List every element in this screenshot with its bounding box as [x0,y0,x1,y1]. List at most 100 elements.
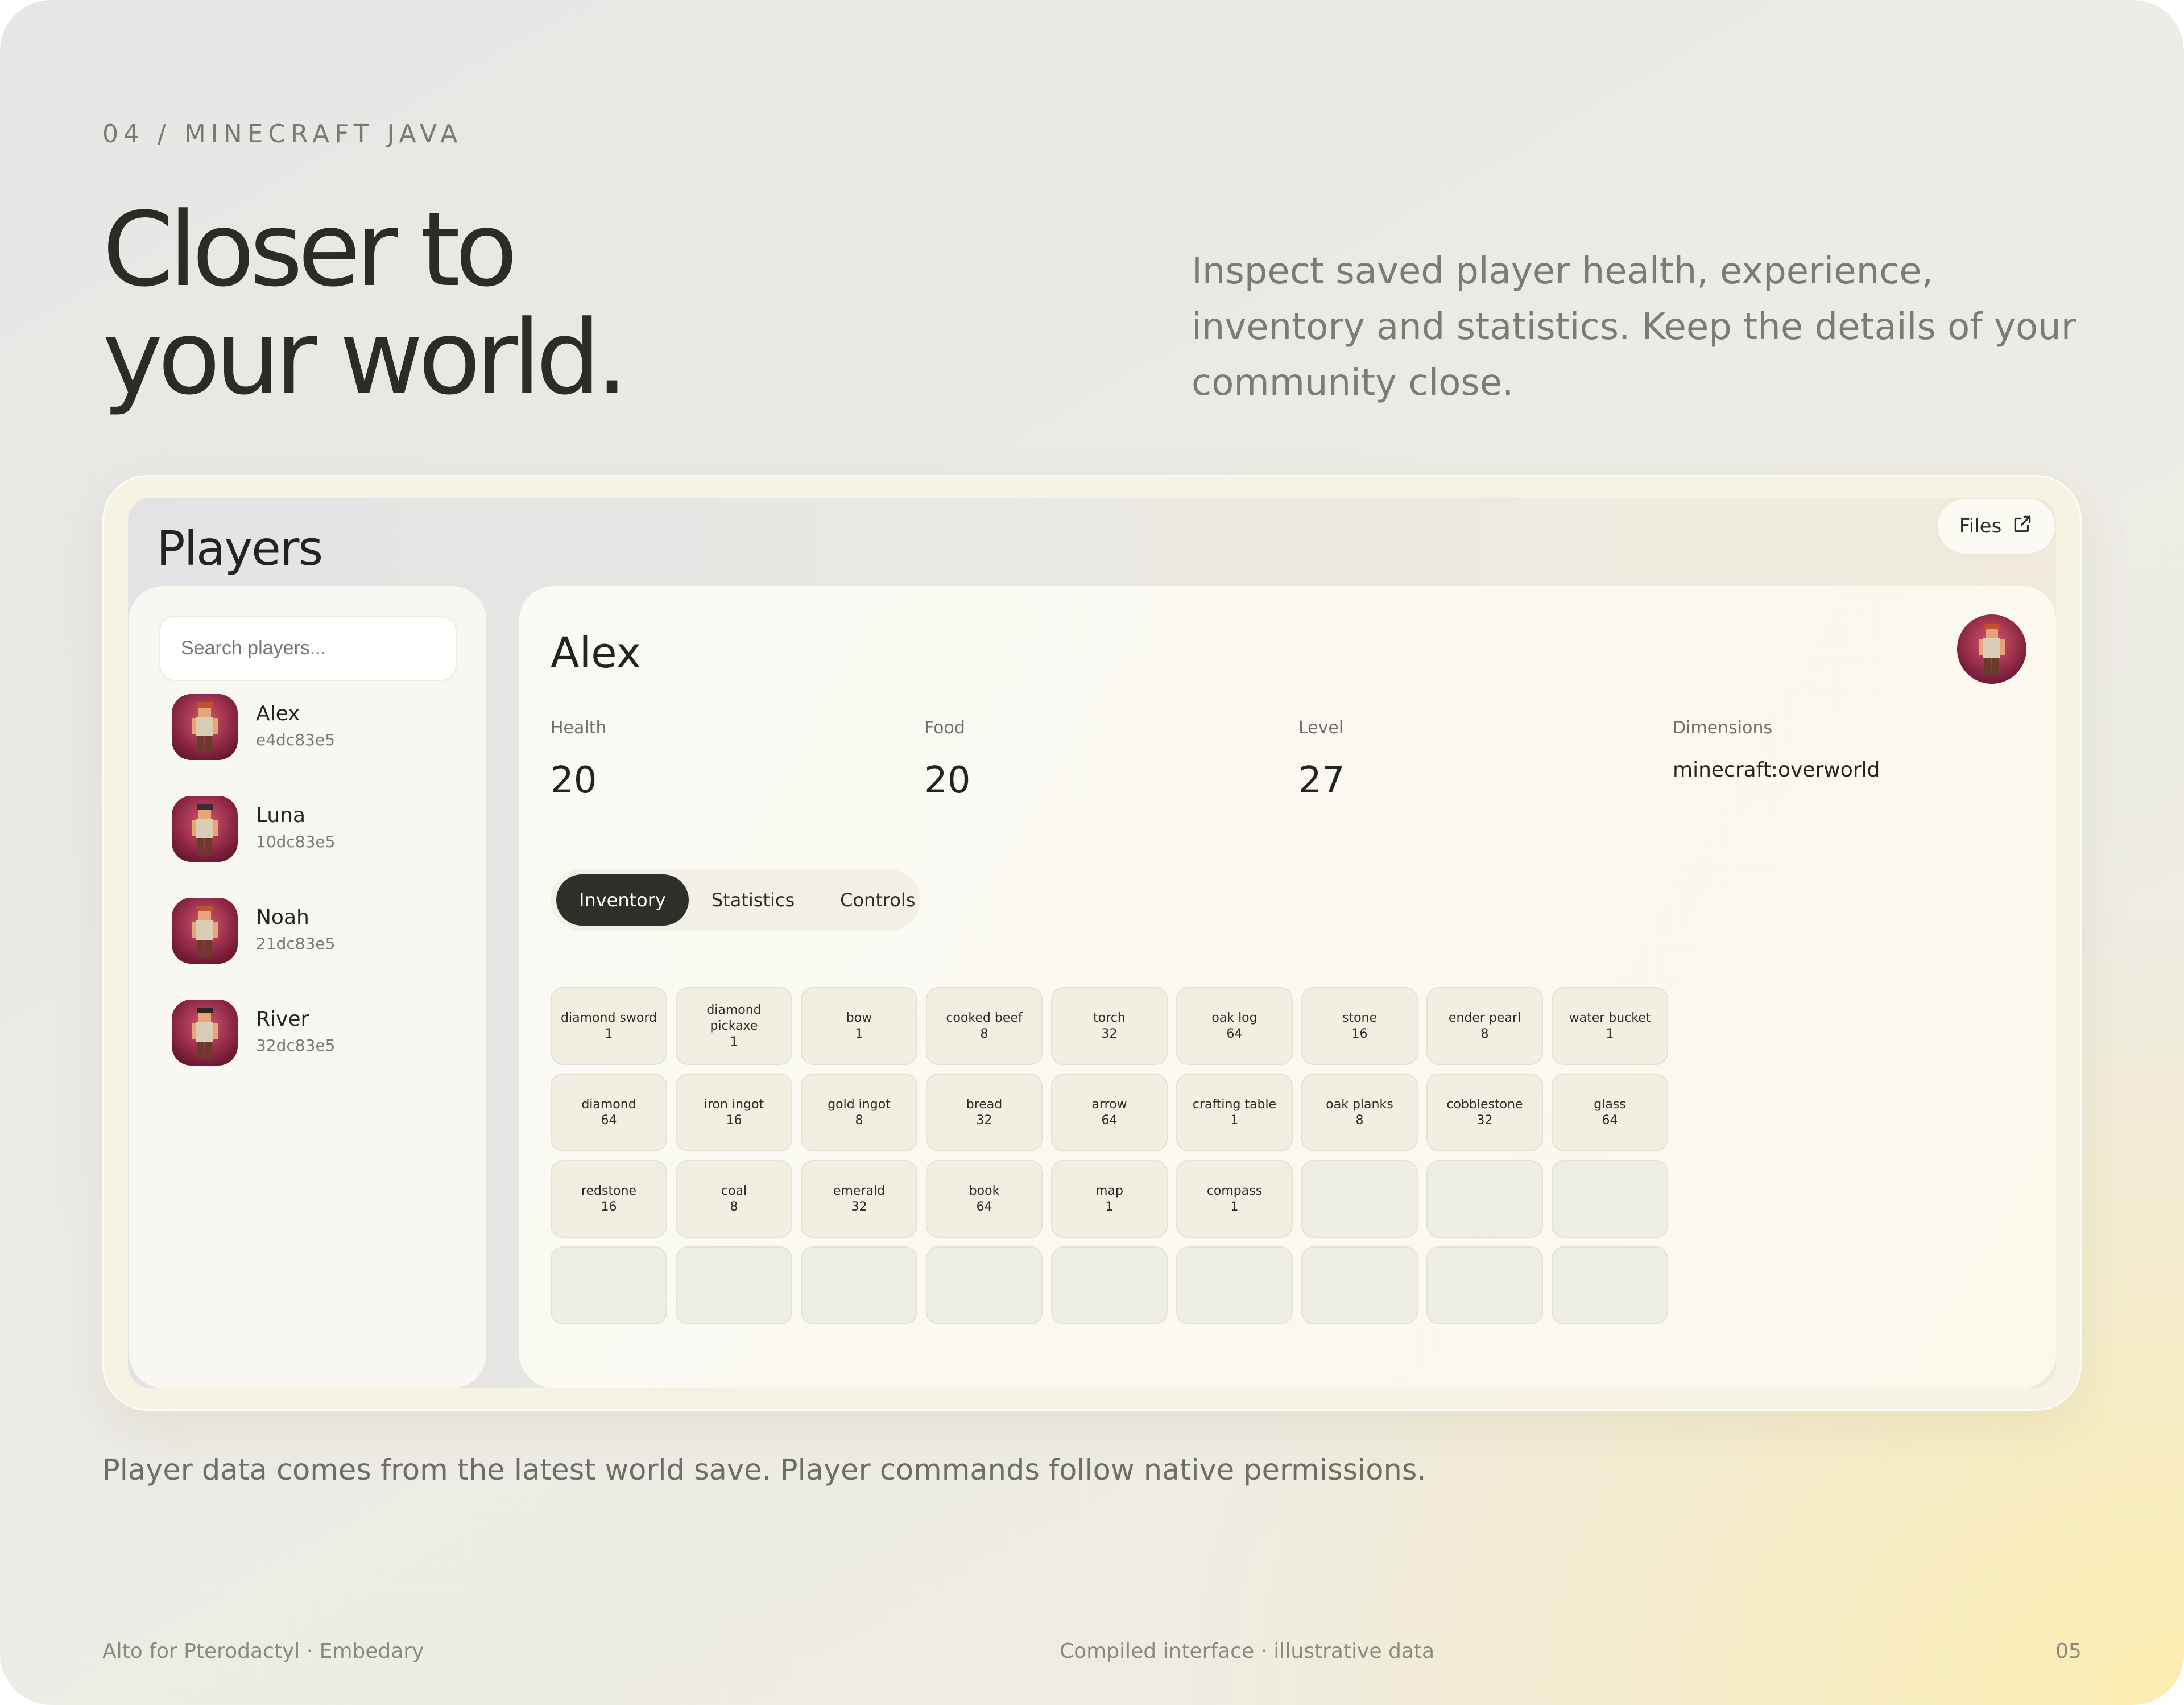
inventory-slot[interactable]: redstone 16 [551,1160,667,1238]
inventory-slot-empty[interactable] [1301,1160,1418,1238]
inventory-slot-empty[interactable] [1552,1246,1668,1324]
inventory-slot[interactable]: iron ingot 16 [676,1074,792,1151]
item-name: diamond [581,1097,636,1112]
stat-food-label: Food [924,718,965,738]
item-count: 64 [1101,1113,1118,1128]
inventory-slot-empty[interactable] [926,1246,1043,1324]
item-name: diamond sword [561,1010,657,1025]
inventory-slot-empty[interactable] [1301,1246,1418,1324]
inventory-slot-empty[interactable] [676,1246,792,1324]
item-count: 8 [1355,1113,1364,1128]
item-count: 32 [1476,1113,1493,1128]
inventory-slot[interactable]: diamond 64 [551,1074,667,1151]
player-id: e4dc83e5 [256,730,335,749]
item-count: 1 [1105,1199,1114,1214]
inventory-slot[interactable]: bread 32 [926,1074,1043,1151]
headline-line-1: Closer to [102,191,518,309]
tab-statistics[interactable]: Statistics [689,874,817,926]
item-count: 16 [601,1199,617,1214]
player-name: Luna [256,804,306,827]
tab-controls[interactable]: Controls [817,874,938,926]
footer-left: Alto for Pterodactyl · Embedary [102,1640,424,1663]
inventory-slot-empty[interactable] [1176,1246,1293,1324]
item-count: 64 [601,1113,617,1128]
players-window: Players Files Alex e4dc83e5 Luna 10dc83e5 No… [102,475,2082,1411]
item-count: 16 [1351,1026,1368,1041]
inventory-slot-empty[interactable] [801,1246,917,1324]
inventory-slot[interactable]: oak planks 8 [1301,1074,1418,1151]
item-name: coal [721,1183,747,1198]
inventory-slot[interactable]: book 64 [926,1160,1043,1238]
inventory-slot[interactable]: crafting table 1 [1176,1074,1293,1151]
item-name: emerald [833,1183,886,1198]
inventory-slot[interactable]: arrow 64 [1051,1074,1168,1151]
inventory-slot[interactable]: oak log 64 [1176,987,1293,1065]
inventory-slot[interactable]: diamond sword 1 [551,987,667,1065]
player-list-item[interactable]: Noah 21dc83e5 [172,898,445,1000]
inventory-slot-empty[interactable] [1426,1160,1543,1238]
player-avatar [172,898,238,964]
item-name: compass [1206,1183,1263,1198]
inventory-slot[interactable]: cobblestone 32 [1426,1074,1543,1151]
inventory-slot-empty[interactable] [551,1246,667,1324]
inventory-slot[interactable]: water bucket 1 [1552,987,1668,1065]
item-name: map [1095,1183,1123,1198]
inventory-slot[interactable]: torch 32 [1051,987,1168,1065]
stat-level-label: Level [1298,718,1344,738]
item-name: ender pearl [1448,1010,1521,1025]
section-eyebrow: 04 / MINECRAFT JAVA [102,119,463,148]
player-list: Alex e4dc83e5 Luna 10dc83e5 Noah 21dc83e5 Rive… [172,694,445,1101]
players-window-body: Players Files Alex e4dc83e5 Luna 10dc83e5 No… [128,498,2056,1388]
item-count: 1 [605,1026,613,1041]
player-list-item[interactable]: Alex e4dc83e5 [172,694,445,796]
item-count: 8 [730,1199,738,1214]
item-name: bread [966,1097,1003,1112]
inventory-slot[interactable]: coal 8 [676,1160,792,1238]
inventory-slot[interactable]: stone 16 [1301,987,1418,1065]
inventory-slot-empty[interactable] [1426,1246,1543,1324]
item-name: book [969,1183,1000,1198]
external-link-icon [2012,513,2033,540]
stat-dimensions: Dimensions minecraft:overworld [1673,718,1880,782]
search-players-input[interactable] [159,616,457,681]
item-count: 1 [1230,1113,1239,1128]
player-name: Alex [256,702,300,725]
tab-inventory[interactable]: Inventory [556,874,689,926]
player-list-item[interactable]: Luna 10dc83e5 [172,796,445,898]
item-name: arrow [1091,1097,1127,1112]
inventory-slot[interactable]: emerald 32 [801,1160,917,1238]
item-count: 64 [976,1199,992,1214]
player-id: 10dc83e5 [256,832,336,851]
item-name: crafting table [1192,1097,1277,1112]
inventory-slot[interactable]: ender pearl 8 [1426,987,1543,1065]
inventory-slot-empty[interactable] [1552,1160,1668,1238]
inventory-slot[interactable]: gold ingot 8 [801,1074,917,1151]
inventory-slot[interactable]: diamond pickaxe 1 [676,987,792,1065]
item-name: iron ingot [704,1097,764,1112]
item-name: torch [1093,1010,1126,1025]
item-count: 1 [1230,1199,1239,1214]
item-count: 1 [855,1026,863,1041]
player-avatar [172,1000,238,1066]
item-count: 64 [1226,1026,1243,1041]
player-name-heading: Alex [551,629,642,678]
player-list-item[interactable]: River 32dc83e5 [172,1000,445,1101]
player-name: River [256,1008,309,1031]
inventory-slot-empty[interactable] [1051,1246,1168,1324]
inventory-slot[interactable]: glass 64 [1552,1074,1668,1151]
files-button[interactable]: Files [1937,498,2056,555]
inventory-slot[interactable]: cooked beef 8 [926,987,1043,1065]
item-name: cooked beef [946,1010,1023,1025]
inventory-slot[interactable]: compass 1 [1176,1160,1293,1238]
stat-dimensions-label: Dimensions [1673,718,1773,738]
item-name: bow [846,1010,872,1025]
stat-level: Level 27 [1298,718,1345,802]
inventory-slot[interactable]: bow 1 [801,987,917,1065]
inventory-slot[interactable]: map 1 [1051,1160,1168,1238]
item-name: redstone [581,1183,637,1198]
stat-food-value: 20 [924,759,971,802]
stat-health: Health 20 [551,718,607,802]
headline-line-2: your world. [102,299,628,418]
item-count: 8 [855,1113,863,1128]
footer-center: Compiled interface · illustrative data [1060,1640,1435,1663]
